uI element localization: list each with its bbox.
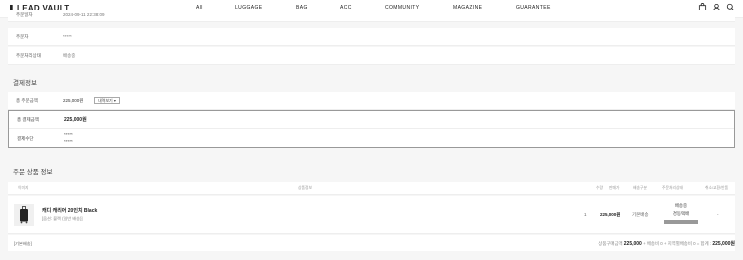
order-status-row: 주문처리상태 배송중	[8, 47, 735, 65]
product-cancel: -	[717, 212, 719, 217]
product-thumbnail[interactable]	[14, 204, 34, 226]
payment-summary-box: 총 결제금액 225,000원 결제수단 ***** *****	[8, 110, 735, 148]
header-shipping: 배송구분	[633, 186, 647, 190]
suitcase-icon	[20, 206, 28, 224]
table-row: 캐디 캐리어 20인치 Black [옵션: 블랙 (일반 배송)] 1 225…	[8, 196, 735, 234]
total-order-row: 총 주문금액 225,000원 내역보기 ▾	[8, 92, 735, 110]
orderer-value: *****	[63, 34, 72, 39]
products-section-title: 주문 상품 정보	[13, 169, 53, 176]
orderer-label: 주문자	[16, 34, 29, 39]
total-order-label: 총 주문금액	[16, 98, 38, 103]
footer-amount: 225,000	[623, 241, 642, 247]
order-date-label: 주문일자	[16, 12, 33, 17]
total-paid-value: 225,000원	[64, 117, 87, 123]
footer-shipping-type: [기본배송]	[14, 241, 32, 246]
total-order-value: 225,000원	[63, 98, 84, 103]
payment-method-line1: *****	[64, 132, 73, 137]
product-price: 225,000원	[600, 212, 621, 217]
footer-total: 225,000원	[712, 241, 735, 247]
product-shipping: 기본배송	[632, 212, 649, 217]
payment-method-label: 결제수단	[17, 136, 34, 141]
products-table-header: 이미지 상품정보 수량 판매가 배송구분 주문처리상태 취소/교환/반품	[8, 182, 735, 195]
total-paid-label: 총 결제금액	[17, 117, 39, 122]
payment-section-title: 결제정보	[13, 80, 37, 87]
products-footer: [기본배송] 상품구매금액 225,000 + 배송비 0 + 지역별배송비 0…	[8, 235, 735, 251]
product-option: [옵션: 블랙 (일반 배송)]	[42, 216, 83, 221]
payment-method-line2: *****	[64, 139, 73, 144]
order-date-value: 2024-09-11 22:38:09	[63, 12, 105, 17]
product-name[interactable]: 캐디 캐리어 20인치 Black	[42, 207, 97, 214]
footer-rest: + 배송비 0 + 지역별배송비 0 = 합계 :	[643, 241, 712, 246]
footer-summary-label: 상품구매금액	[598, 241, 623, 246]
breakdown-button[interactable]: 내역보기 ▾	[94, 97, 120, 104]
product-qty: 1	[584, 212, 587, 217]
total-paid-row: 총 결제금액 225,000원	[9, 111, 734, 129]
header-cancel: 취소/교환/반품	[705, 186, 729, 190]
order-status-value: 배송중	[63, 53, 76, 58]
header-info: 상품정보	[298, 186, 312, 190]
order-status-label: 주문처리상태	[16, 53, 41, 58]
header-image: 이미지	[18, 186, 29, 190]
header-price: 판매가	[609, 186, 620, 190]
order-date-row: 주문일자 2024-09-11 22:38:09	[8, 10, 735, 22]
header-status: 주문처리상태	[662, 186, 683, 190]
tracking-number-redacted	[664, 220, 698, 224]
courier-link[interactable]: 경동택배	[664, 211, 698, 217]
footer-summary: 상품구매금액 225,000 + 배송비 0 + 지역별배송비 0 = 합계 :…	[598, 240, 735, 247]
header-qty: 수량	[596, 186, 603, 190]
status-text: 배송중	[674, 203, 688, 208]
product-status: 배송중 경동택배	[664, 203, 698, 224]
orderer-row: 주문자 *****	[8, 28, 735, 46]
